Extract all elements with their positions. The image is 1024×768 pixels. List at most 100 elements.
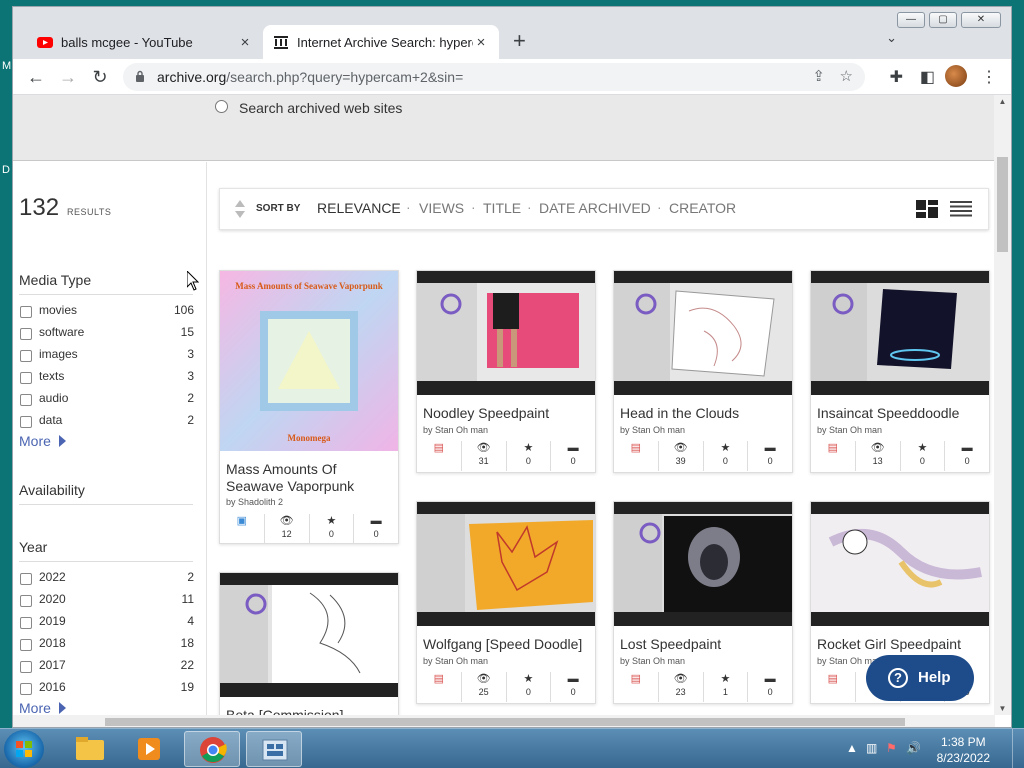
sort-option-creator[interactable]: CREATOR xyxy=(669,200,736,216)
tab-youtube[interactable]: balls mcgee - YouTube × xyxy=(27,25,263,59)
result-title[interactable]: Mass Amounts Of Seawave Vaporpunk xyxy=(226,461,394,495)
start-button[interactable] xyxy=(4,730,44,768)
sort-arrows-icon[interactable] xyxy=(235,199,245,219)
result-thumbnail[interactable]: Mass Amounts of Seawave Vaporpunk Monome… xyxy=(220,271,398,451)
facet-row[interactable]: 2016 19 xyxy=(20,679,194,697)
facet-row[interactable]: 2017 22 xyxy=(20,657,194,675)
page-content: Search archived web sites 132 RESULTS Me… xyxy=(13,95,995,715)
tile-view-icon[interactable] xyxy=(916,200,938,218)
action-center-flag-icon[interactable]: ⚑ xyxy=(886,741,897,755)
maximize-button[interactable]: ▢ xyxy=(929,12,957,28)
facet-row[interactable]: 2022 2 xyxy=(20,569,194,587)
tab-internet-archive[interactable]: Internet Archive Search: hypercam × xyxy=(263,25,499,59)
volume-icon[interactable]: 🔊 xyxy=(906,741,921,755)
result-thumbnail[interactable] xyxy=(220,573,398,697)
facet-checkbox[interactable] xyxy=(20,328,32,340)
clock[interactable]: 1:38 PM 8/23/2022 xyxy=(937,734,990,766)
menu-kebab-icon[interactable]: ⋮ xyxy=(981,67,997,87)
media-type-more-link[interactable]: More xyxy=(19,433,66,449)
scrollbar-thumb[interactable] xyxy=(105,718,905,726)
result-title[interactable]: Lost Speedpaint xyxy=(620,636,788,653)
facet-checkbox[interactable] xyxy=(20,306,32,318)
help-button[interactable]: ? Help xyxy=(866,655,974,701)
sort-option-title[interactable]: TITLE xyxy=(483,200,521,216)
mouse-cursor-icon xyxy=(187,271,199,291)
facet-row[interactable]: software 15 xyxy=(20,324,194,342)
facet-checkbox[interactable] xyxy=(20,683,32,695)
year-more-link[interactable]: More xyxy=(19,700,66,715)
sort-option-views[interactable]: VIEWS xyxy=(419,200,464,216)
address-bar[interactable]: archive.org/search.php?query=hypercam+2&… xyxy=(123,63,865,91)
result-thumbnail[interactable] xyxy=(417,271,595,395)
vertical-scrollbar[interactable]: ▲ ▼ xyxy=(994,95,1011,715)
tab-search-chevron-icon[interactable]: ⌄ xyxy=(886,30,897,46)
result-title[interactable]: Noodley Speedpaint xyxy=(423,405,591,422)
result-thumbnail[interactable] xyxy=(614,271,792,395)
result-creator: by Shadolith 2 xyxy=(226,497,284,507)
views-eye-icon: 👁 xyxy=(476,442,491,454)
result-title[interactable]: Head in the Clouds xyxy=(620,405,788,422)
facet-checkbox[interactable] xyxy=(20,372,32,384)
result-thumbnail[interactable] xyxy=(811,271,989,395)
search-web-radio[interactable] xyxy=(215,100,228,113)
horizontal-scrollbar[interactable] xyxy=(13,715,995,727)
scroll-down-icon[interactable]: ▼ xyxy=(994,704,1011,713)
result-title[interactable]: Rocket Girl Speedpaint xyxy=(817,636,985,653)
extensions-puzzle-icon[interactable]: ✚ xyxy=(890,67,903,87)
chrome-taskbar-button[interactable] xyxy=(184,731,240,767)
facet-row[interactable]: movies 106 xyxy=(20,302,194,320)
profile-avatar[interactable] xyxy=(945,65,967,87)
facet-checkbox[interactable] xyxy=(20,595,32,607)
show-desktop-button[interactable] xyxy=(1012,729,1024,768)
facet-checkbox[interactable] xyxy=(20,394,32,406)
facet-checkbox[interactable] xyxy=(20,617,32,629)
back-arrow-icon[interactable]: ← xyxy=(25,66,47,88)
close-tab-icon[interactable]: × xyxy=(237,34,253,51)
reload-icon[interactable]: ↻ xyxy=(89,66,111,88)
result-card[interactable]: Mass Amounts of Seawave Vaporpunk Monome… xyxy=(219,270,399,544)
sort-option-date-archived[interactable]: DATE ARCHIVED xyxy=(539,200,651,216)
result-thumbnail[interactable] xyxy=(811,502,989,626)
close-tab-icon[interactable]: × xyxy=(473,34,489,51)
minimize-button[interactable]: — xyxy=(897,12,925,28)
tray-expand-icon[interactable]: ▲ xyxy=(846,741,858,755)
new-tab-button[interactable]: + xyxy=(513,28,526,54)
result-title[interactable]: Insaincat Speeddoodle xyxy=(817,405,985,422)
side-panel-icon[interactable]: ◧ xyxy=(920,67,935,87)
facet-checkbox[interactable] xyxy=(20,661,32,673)
result-thumbnail[interactable] xyxy=(417,502,595,626)
result-thumbnail[interactable] xyxy=(614,502,792,626)
scroll-up-icon[interactable]: ▲ xyxy=(994,97,1011,106)
close-window-button[interactable]: ✕ xyxy=(961,12,1001,28)
share-icon[interactable]: ⇪ xyxy=(812,67,825,85)
sort-option-relevance[interactable]: RELEVANCE xyxy=(317,200,401,216)
result-card[interactable]: Lost Speedpaint by Stan Oh man ▤ 👁 23 ★ 1 … xyxy=(613,501,793,704)
result-card[interactable]: Wolfgang [Speed Doodle] by Stan Oh man ▤… xyxy=(416,501,596,704)
facet-checkbox[interactable] xyxy=(20,416,32,428)
forward-arrow-icon[interactable]: → xyxy=(57,66,79,88)
facet-row[interactable]: 2020 11 xyxy=(20,591,194,609)
facet-checkbox[interactable] xyxy=(20,573,32,585)
facet-row[interactable]: texts 3 xyxy=(20,368,194,386)
network-icon[interactable]: ▥ xyxy=(866,741,877,755)
explorer-taskbar-button[interactable] xyxy=(62,731,118,767)
facet-row[interactable]: audio 2 xyxy=(20,390,194,408)
list-view-icon[interactable] xyxy=(950,201,972,217)
result-card[interactable]: Beta [Commission] xyxy=(219,572,399,715)
facet-checkbox[interactable] xyxy=(20,639,32,651)
result-card[interactable]: Noodley Speedpaint by Stan Oh man ▤ 👁 31 … xyxy=(416,270,596,473)
favorites-star-icon: ★ xyxy=(720,673,731,685)
media-player-taskbar-button[interactable] xyxy=(122,731,178,767)
result-title[interactable]: Wolfgang [Speed Doodle] xyxy=(423,636,591,653)
facet-checkbox[interactable] xyxy=(20,350,32,362)
result-card[interactable]: Head in the Clouds by Stan Oh man ▤ 👁 39 … xyxy=(613,270,793,473)
facet-row[interactable]: 2018 18 xyxy=(20,635,194,653)
result-title[interactable]: Beta [Commission] xyxy=(226,707,394,715)
bookmark-star-icon[interactable]: ☆ xyxy=(840,67,853,85)
hypercam-taskbar-button[interactable] xyxy=(246,731,302,767)
facet-row[interactable]: data 2 xyxy=(20,412,194,430)
facet-row[interactable]: images 3 xyxy=(20,346,194,364)
facet-row[interactable]: 2019 4 xyxy=(20,613,194,631)
scrollbar-thumb[interactable] xyxy=(997,157,1008,252)
result-card[interactable]: Insaincat Speeddoodle by Stan Oh man ▤ 👁… xyxy=(810,270,990,473)
